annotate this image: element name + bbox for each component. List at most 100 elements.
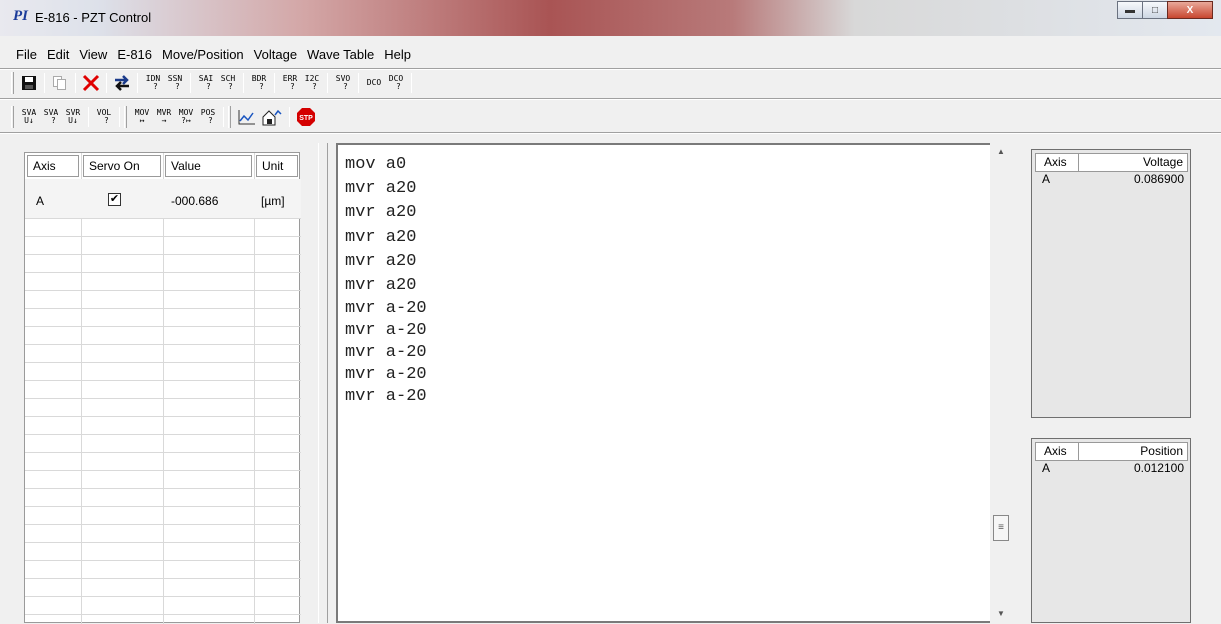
voltage-header-value[interactable]: Voltage	[1078, 153, 1188, 172]
menu-view[interactable]: View	[74, 42, 112, 68]
window-title: E-816 - PZT Control	[35, 10, 152, 25]
table-row	[25, 561, 301, 579]
voltage-header-axis[interactable]: Axis	[1035, 153, 1079, 172]
stop-button[interactable]: STP	[294, 105, 318, 129]
bdr-query-button[interactable]: BDR ?	[248, 71, 270, 95]
column-header-servo-on[interactable]: Servo On	[83, 155, 161, 177]
scroll-down-icon[interactable]: ▼	[994, 609, 1008, 618]
column-header-unit[interactable]: Unit	[256, 155, 298, 177]
command-line: mvr a-20	[345, 299, 427, 319]
delete-icon	[82, 74, 100, 92]
save-button[interactable]	[18, 71, 40, 95]
toolbar-grip[interactable]	[124, 106, 127, 128]
menu-edit[interactable]: Edit	[42, 42, 74, 68]
svr-button[interactable]: SVR U↓	[62, 105, 84, 129]
close-window-button[interactable]: X	[1167, 1, 1213, 19]
dco-query-button[interactable]: DCO ?	[385, 71, 407, 95]
command-line: mvr a-20	[345, 343, 427, 363]
column-header-value[interactable]: Value	[165, 155, 252, 177]
command-line: mvr a-20	[345, 321, 427, 341]
minimize-button[interactable]: ▬	[1117, 1, 1143, 19]
command-toolbar: SVA U↓ SVA ? SVR U↓ VOL ? MOV ↦ MVR → MO…	[11, 104, 318, 130]
minimize-icon: ▬	[1125, 4, 1135, 16]
sch-query-button[interactable]: SCH ?	[217, 71, 239, 95]
toolbar-separator	[119, 107, 120, 127]
sva-query-button[interactable]: SVA ?	[40, 105, 62, 129]
delete-button[interactable]	[80, 71, 102, 95]
export-graph-button[interactable]	[259, 105, 285, 129]
toolbar-separator	[75, 73, 76, 93]
unit-cell: [µm]	[261, 194, 285, 208]
graph-button[interactable]	[235, 105, 259, 129]
toolbar-grip[interactable]	[228, 106, 231, 128]
ssn-query-button[interactable]: SSN ?	[164, 71, 186, 95]
menu-move-position[interactable]: Move/Position	[157, 42, 249, 68]
table-row[interactable]	[25, 179, 301, 219]
connect-arrows-icon	[115, 75, 129, 91]
toolbar-separator	[327, 73, 328, 93]
table-row	[25, 237, 301, 255]
position-value-cell: 0.012100	[1133, 461, 1184, 475]
position-header-axis[interactable]: Axis	[1035, 442, 1079, 461]
connect-button[interactable]	[111, 71, 133, 95]
table-row	[25, 219, 301, 237]
column-header-axis[interactable]: Axis	[27, 155, 79, 177]
app-logo: PI	[13, 8, 28, 24]
voltage-value-cell: 0.086900	[1133, 172, 1184, 186]
sva-set-button[interactable]: SVA U↓	[18, 105, 40, 129]
toolbar-divider	[0, 98, 1221, 100]
vol-query-button[interactable]: VOL ?	[93, 105, 115, 129]
table-row	[25, 309, 301, 327]
idn-query-button[interactable]: IDN ?	[142, 71, 164, 95]
table-row	[25, 417, 301, 435]
mov-query-button[interactable]: MOV ?↦	[175, 105, 197, 129]
toolbar-separator	[190, 73, 191, 93]
title-bar: PI E-816 - PZT Control ▬ □ X	[0, 0, 1221, 36]
scroll-up-icon[interactable]: ▲	[994, 147, 1008, 156]
mvr-button[interactable]: MVR →	[153, 105, 175, 129]
i2c-query-button[interactable]: I2C ?	[301, 71, 323, 95]
err-query-button[interactable]: ERR ?	[279, 71, 301, 95]
menu-wave-table[interactable]: Wave Table	[302, 42, 379, 68]
toolbar-separator	[137, 73, 138, 93]
toolbar-divider	[0, 132, 1221, 134]
menu-voltage[interactable]: Voltage	[249, 42, 302, 68]
toolbar-separator	[274, 73, 275, 93]
toolbar-separator	[88, 107, 89, 127]
command-line: mvr a20	[345, 203, 417, 223]
menu-bar: File Edit View E-816 Move/Position Volta…	[11, 42, 1221, 68]
command-line: mov a0	[345, 155, 407, 174]
mov-button[interactable]: MOV ↦	[131, 105, 153, 129]
stop-label: STP	[299, 115, 313, 122]
position-header-value[interactable]: Position	[1078, 442, 1188, 461]
servo-on-checkbox[interactable]: ✔	[108, 193, 121, 206]
toolbar-separator	[106, 73, 107, 93]
menu-e816[interactable]: E-816	[112, 42, 157, 68]
command-editor[interactable]: mov a0 mvr a20 mvr a20 mvr a20 mvr a20 m…	[336, 143, 995, 623]
command-line: mvr a20	[345, 275, 417, 295]
maximize-button[interactable]: □	[1142, 1, 1168, 19]
panel-splitter[interactable]	[318, 143, 328, 623]
table-row	[25, 471, 301, 489]
menu-help[interactable]: Help	[379, 42, 416, 68]
toolbar-grip[interactable]	[11, 106, 14, 128]
stop-icon: STP	[297, 108, 315, 126]
toolbar-separator	[223, 107, 224, 127]
table-row	[25, 579, 301, 597]
table-row	[25, 399, 301, 417]
table-row	[25, 435, 301, 453]
toolbar-grip[interactable]	[11, 72, 14, 94]
pos-query-button[interactable]: POS ?	[197, 105, 219, 129]
scroll-thumb[interactable]: ≡	[993, 515, 1009, 541]
svo-query-button[interactable]: SVO ?	[332, 71, 354, 95]
close-icon: X	[1186, 4, 1194, 16]
dco-button[interactable]: DCO	[363, 71, 385, 95]
chart-line-icon	[238, 110, 255, 125]
table-row	[25, 291, 301, 309]
editor-scrollbar[interactable]: ▲ ≡ ▼	[990, 143, 1014, 623]
copy-button[interactable]	[49, 71, 71, 95]
copy-icon	[53, 76, 66, 90]
sai-query-button[interactable]: SAI ?	[195, 71, 217, 95]
menu-file[interactable]: File	[11, 42, 42, 68]
table-row	[25, 345, 301, 363]
